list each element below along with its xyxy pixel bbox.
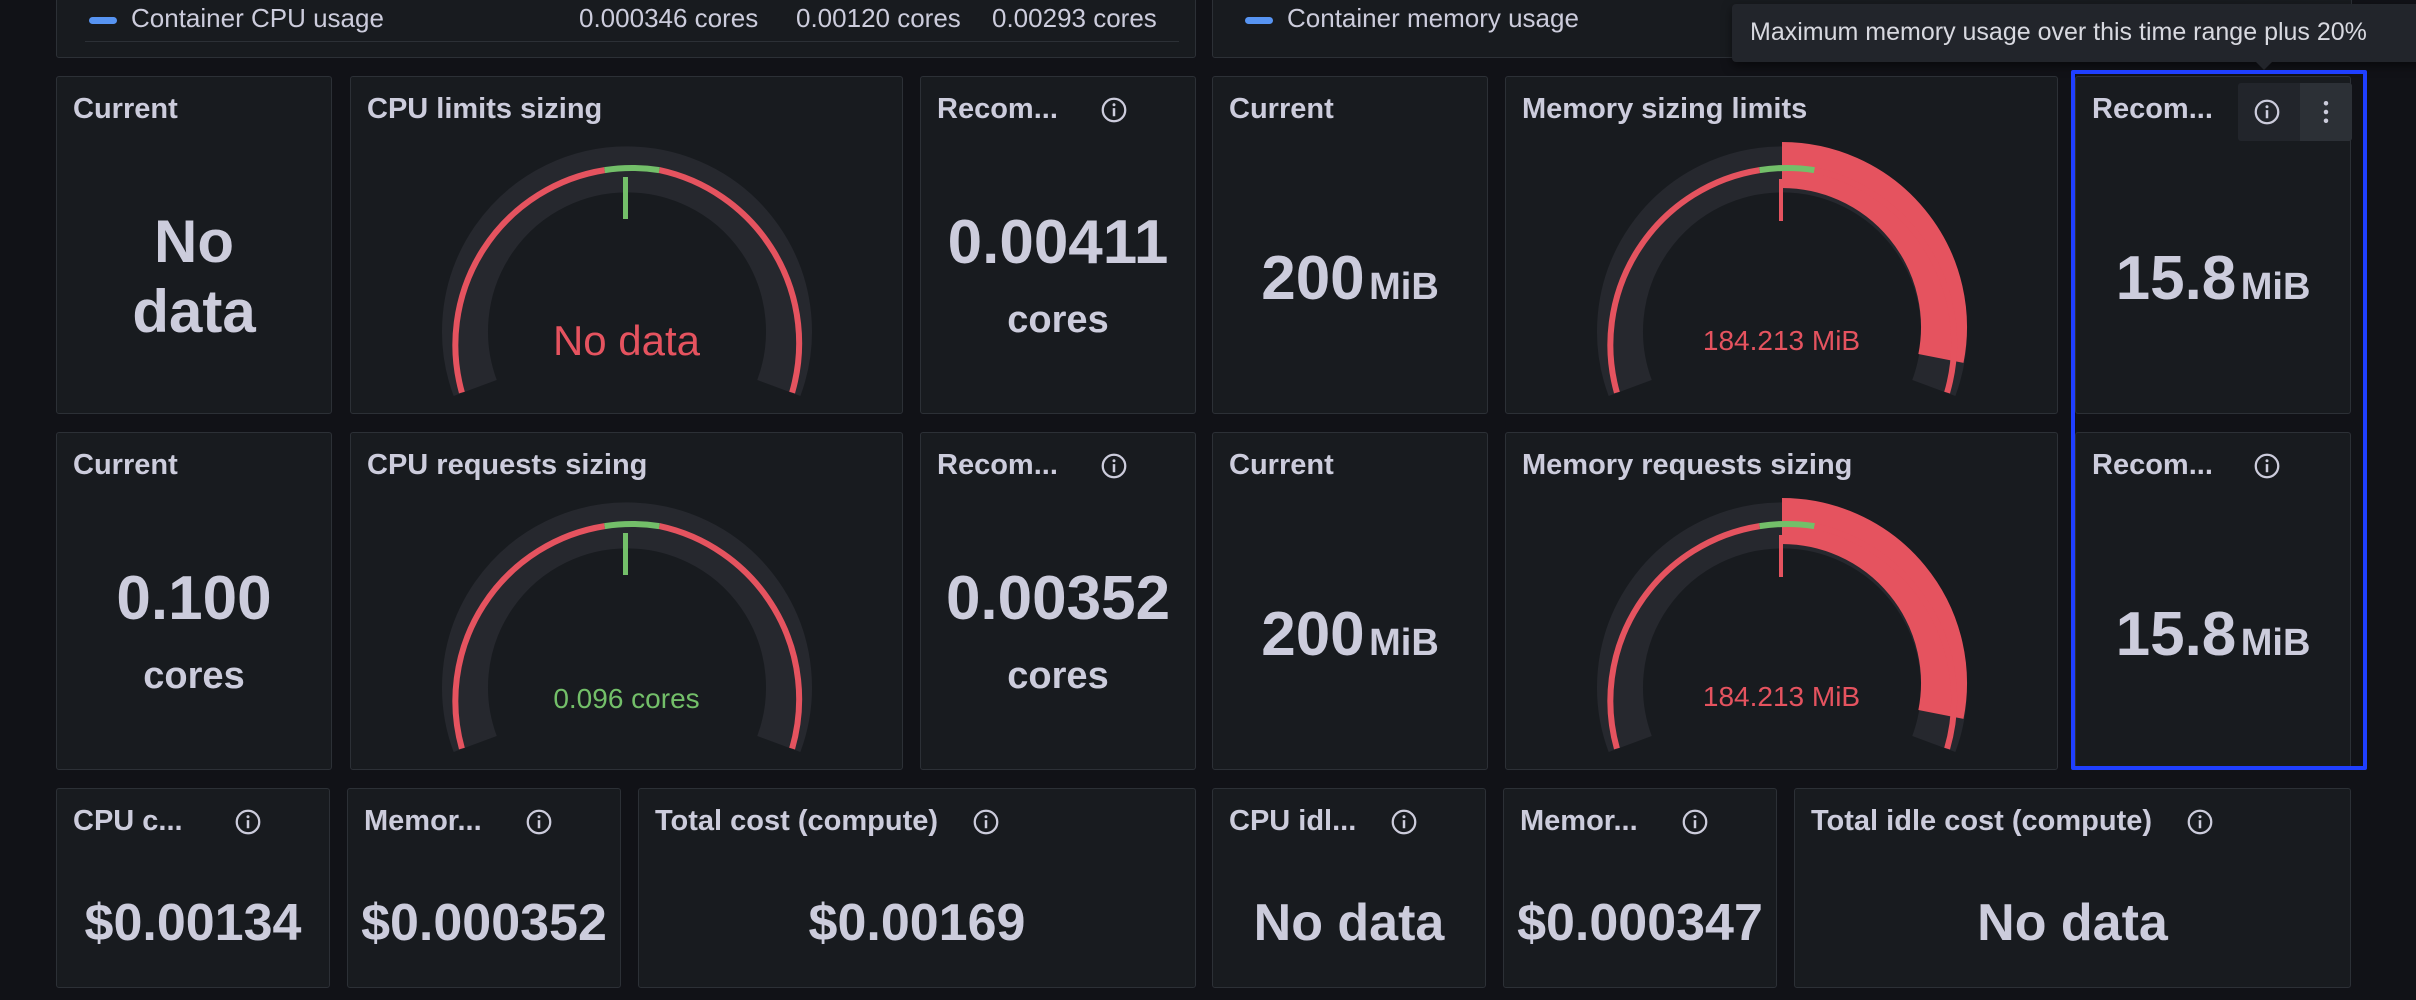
cpu-current-request-panel[interactable]: Current 0.100 cores — [56, 432, 332, 770]
panel-title: Total cost (compute) — [655, 805, 939, 837]
info-icon[interactable] — [524, 807, 554, 837]
info-icon[interactable] — [1099, 95, 1129, 125]
panel-title: CPU c... — [73, 805, 183, 837]
info-icon[interactable] — [1099, 451, 1129, 481]
cpu-legend-label: Container CPU usage — [131, 3, 384, 33]
stat-unit: MiB — [1369, 622, 1439, 664]
gauge-marker — [623, 533, 628, 575]
gauge-threshold-green — [1759, 165, 1815, 174]
panel-title: CPU idl... — [1229, 805, 1357, 837]
gauge-value: No data — [552, 317, 701, 364]
total-cost-panel[interactable]: Total cost (compute) $0.00169 — [638, 788, 1196, 988]
stat-value: 200 — [1261, 244, 1365, 313]
mem-legend-label: Container memory usage — [1287, 3, 1579, 33]
stat-value: $0.000352 — [361, 894, 607, 952]
panel-title: Recom... — [937, 93, 1058, 125]
stat-unit: MiB — [1369, 266, 1439, 308]
stat-value: No data — [132, 208, 256, 345]
cpu-current-limit-panel[interactable]: Current No data — [56, 76, 332, 414]
memory-cost-panel[interactable]: Memor... $0.000352 — [347, 788, 621, 988]
stat-unit: cores — [143, 655, 245, 697]
memory-requests-sizing-panel[interactable]: Memory requests sizing 184.213 MiB — [1505, 432, 2058, 770]
gauge-value: 184.213 MiB — [1702, 325, 1861, 356]
cpu-requests-sizing-panel[interactable]: CPU requests sizing 0.096 cores — [350, 432, 903, 770]
stat-value: $0.000347 — [1517, 894, 1763, 952]
stat-value: 0.00411 — [947, 208, 1169, 277]
panel-selection-outline — [2071, 70, 2367, 770]
cpu-legend-v1: 0.000346 cores — [579, 3, 759, 33]
stat-value: No data — [1977, 894, 2168, 952]
panel-title: Current — [73, 449, 178, 481]
gauge-marker — [623, 177, 628, 219]
cpu-idle-cost-panel[interactable]: CPU idl... No data — [1212, 788, 1486, 988]
stat-value: 0.00352 — [945, 564, 1171, 633]
cpu-recommended-limit-panel[interactable]: Recom... 0.00411 cores — [920, 76, 1196, 414]
memory-requests-gauge — [1597, 498, 1967, 752]
panel-title: Current — [73, 93, 178, 125]
panel-title: Memor... — [364, 805, 482, 837]
series-swatch — [1245, 16, 1273, 24]
memory-current-request-panel[interactable]: Current 200 MiB — [1212, 432, 1488, 770]
info-icon[interactable] — [233, 807, 263, 837]
gauge-marker — [1779, 179, 1783, 221]
cpu-requests-gauge — [442, 502, 812, 752]
stat-value: No data — [1253, 894, 1445, 952]
tooltip-text: Maximum memory usage over this time rang… — [1750, 18, 2367, 46]
stat-value-row: 200 MiB — [1213, 243, 1487, 314]
stat-unit: cores — [1007, 655, 1109, 697]
cpu-cost-panel[interactable]: CPU c... $0.00134 — [56, 788, 330, 988]
cpu-limits-sizing-panel[interactable]: CPU limits sizing No data — [350, 76, 903, 414]
info-icon[interactable] — [971, 807, 1001, 837]
memory-idle-cost-panel[interactable]: Memor... $0.000347 — [1503, 788, 1777, 988]
gauge-threshold-green — [604, 521, 660, 530]
panel-title: Current — [1229, 93, 1334, 125]
stat-value: 200 — [1261, 600, 1365, 669]
mem-legend-row[interactable]: Container memory usage — [1245, 3, 1579, 34]
info-icon[interactable] — [1680, 807, 1710, 837]
cpu-legend-v3: 0.00293 cores — [992, 3, 1157, 33]
cpu-legend-row[interactable]: Container CPU usage — [89, 3, 384, 34]
panel-title: Current — [1229, 449, 1334, 481]
info-tooltip: Maximum memory usage over this time rang… — [1732, 4, 2416, 70]
series-swatch — [89, 16, 117, 24]
stat-unit: cores — [1007, 299, 1109, 341]
panel-title: Recom... — [937, 449, 1058, 481]
gauge-value: 184.213 MiB — [1702, 681, 1861, 712]
stat-value: $0.00169 — [808, 894, 1026, 952]
info-icon[interactable] — [2185, 807, 2215, 837]
memory-limits-gauge — [1597, 142, 1967, 396]
gauge-marker — [1779, 535, 1783, 577]
memory-current-limit-panel[interactable]: Current 200 MiB — [1212, 76, 1488, 414]
legend-divider — [85, 41, 1179, 42]
panel-title: Total idle cost (compute) — [1811, 805, 2153, 837]
stat-value: $0.00134 — [84, 894, 302, 952]
info-icon[interactable] — [1389, 807, 1419, 837]
memory-sizing-limits-panel[interactable]: Memory sizing limits 184.213 MiB — [1505, 76, 2058, 414]
gauge-threshold-green — [604, 165, 660, 174]
cpu-recommended-request-panel[interactable]: Recom... 0.00352 cores — [920, 432, 1196, 770]
panel-title: Memor... — [1520, 805, 1638, 837]
gauge-threshold-green — [1759, 521, 1815, 530]
gauge-value: 0.096 cores — [553, 683, 700, 714]
stat-value: 0.100 — [116, 564, 272, 633]
cpu-usage-panel-bottom: Container CPU usage 0.000346 cores 0.001… — [56, 0, 1196, 58]
tooltip-arrow — [2254, 60, 2274, 70]
cpu-legend-v2: 0.00120 cores — [796, 3, 961, 33]
total-idle-cost-panel[interactable]: Total idle cost (compute) No data — [1794, 788, 2351, 988]
stat-value-row: 200 MiB — [1213, 599, 1487, 670]
